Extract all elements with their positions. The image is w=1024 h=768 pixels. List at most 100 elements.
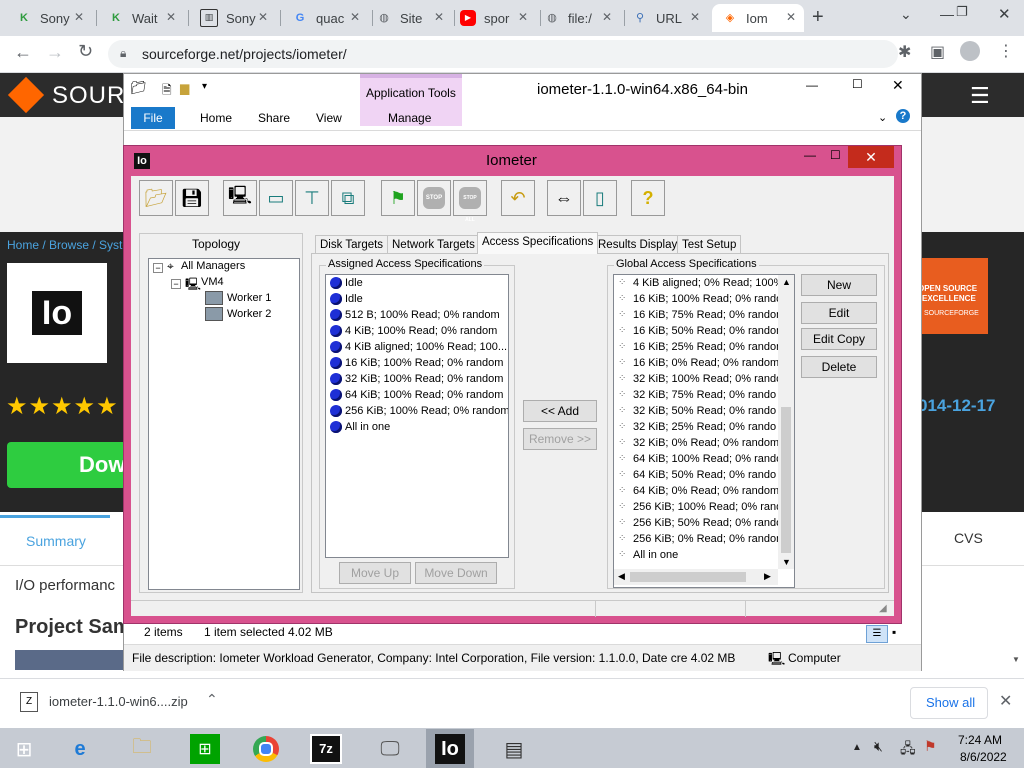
tab-access-specifications[interactable]: Access Specifications [477, 232, 599, 254]
tab-network-targets[interactable]: Network Targets [387, 235, 480, 254]
list-item[interactable]: 4 KiB aligned; 100% Read; 100... [326, 339, 508, 355]
reload-icon[interactable]: ↻ [78, 41, 93, 62]
new-network-worker-button[interactable]: ⊤ [295, 180, 329, 216]
stop-all-button[interactable]: STOP ALL [453, 180, 487, 223]
close-tab-icon[interactable]: ✕ [690, 10, 700, 24]
breadcrumb[interactable]: Home / Browse / Syste [7, 238, 129, 252]
ribbon-expand-icon[interactable]: ⌄ [878, 111, 887, 124]
list-item[interactable]: ⁘ 64 KiB; 0% Read; 0% random [614, 483, 778, 499]
browser-tab-active[interactable]: ◈ Iom ✕ [712, 4, 804, 32]
list-item[interactable]: ⁘ 16 KiB; 50% Read; 0% random [614, 323, 778, 339]
list-item[interactable]: ⁘ 16 KiB; 75% Read; 0% random [614, 307, 778, 323]
move-down-button[interactable]: Move Down [415, 562, 497, 584]
list-item[interactable]: ⁘ 64 KiB; 50% Read; 0% rando [614, 467, 778, 483]
tree-all-managers[interactable]: All Managers [181, 260, 245, 272]
new-tab-button[interactable]: + [812, 6, 824, 29]
ribbon-tab-file[interactable]: File [131, 107, 175, 129]
store-icon[interactable]: ⊞ [190, 734, 220, 764]
scroll-right-arrow[interactable]: ▶ [764, 571, 771, 582]
list-item[interactable]: ⁘ 32 KiB; 25% Read; 0% rando [614, 419, 778, 435]
extensions-icon[interactable]: ✱ [898, 42, 911, 62]
properties-icon[interactable]: 🗎 [162, 81, 172, 102]
details-view-icon[interactable]: ☰ [866, 625, 888, 643]
close-tab-icon[interactable]: ✕ [518, 10, 528, 24]
list-item[interactable]: 512 B; 100% Read; 0% random [326, 307, 508, 323]
list-item[interactable]: ⁘ 16 KiB; 0% Read; 0% random [614, 355, 778, 371]
add-spec-button[interactable]: << Add [523, 400, 597, 422]
tree-manager-vm4[interactable]: VM4 [201, 276, 224, 288]
list-item[interactable]: ⁘ 256 KiB; 100% Read; 0% rand [614, 499, 778, 515]
tab-cvs[interactable]: CVS [954, 530, 983, 546]
ribbon-tab-home[interactable]: Home [200, 111, 232, 125]
download-button[interactable]: Dow [7, 442, 127, 488]
chrome-icon[interactable] [246, 732, 286, 766]
close-tab-icon[interactable]: ✕ [258, 10, 268, 24]
clock-date[interactable]: 8/6/2022 [960, 750, 1007, 764]
volume-muted-icon[interactable]: 🔇︎ [874, 738, 883, 755]
url-text[interactable]: sourceforge.net/projects/iometer/ [142, 46, 347, 62]
remove-spec-button[interactable]: Remove >> [523, 428, 597, 450]
edit-spec-button[interactable]: Edit [801, 302, 877, 324]
list-item[interactable]: ⁘ 32 KiB; 100% Read; 0% rando [614, 371, 778, 387]
list-item[interactable]: ⁘ All in one [614, 547, 778, 563]
resize-grip-icon[interactable]: ◢ [879, 603, 887, 614]
scrollbar-thumb[interactable] [781, 407, 791, 553]
browser-tab[interactable]: ▶ spor ✕ [450, 4, 536, 32]
internet-explorer-icon[interactable]: e [60, 732, 100, 766]
iometer-taskbar-icon[interactable]: Io [430, 732, 470, 766]
duplicate-worker-button[interactable]: ⧉ [331, 180, 365, 216]
about-button[interactable]: ? [631, 180, 665, 216]
restore-button[interactable]: ❐ [956, 4, 968, 20]
close-download-shelf-icon[interactable]: ✕ [999, 691, 1012, 711]
vertical-scrollbar[interactable]: ▲ ▼ [778, 275, 794, 569]
stop-button[interactable]: STOP [417, 180, 451, 216]
forward-icon[interactable]: → [46, 42, 64, 63]
large-icons-view-icon[interactable]: ▪ [892, 625, 896, 639]
action-center-icon[interactable]: ⚑ [924, 738, 937, 755]
close-tab-icon[interactable]: ✕ [434, 10, 444, 24]
list-item[interactable]: 64 KiB; 100% Read; 0% random [326, 387, 508, 403]
back-icon[interactable]: ← [14, 42, 32, 63]
browser-tab[interactable]: ▥ Sony ✕ [190, 4, 276, 32]
start-button-windows-icon[interactable]: ⊞ [4, 732, 44, 766]
start-test-button[interactable]: ⚑ [381, 180, 415, 216]
scroll-left-arrow[interactable]: ◀ [618, 571, 625, 582]
open-config-button[interactable]: 📂︎ [139, 180, 173, 216]
horizontal-scrollbar[interactable]: ◀ ▶ [614, 569, 778, 585]
close-tab-icon[interactable]: ✕ [74, 10, 84, 24]
topology-tree[interactable]: − ⌖ All Managers − 🖳 VM4 Worker 1 Worker… [148, 258, 300, 590]
7zip-icon[interactable]: 7z [306, 732, 346, 766]
tab-test-setup[interactable]: Test Setup [677, 235, 742, 254]
help-icon[interactable]: ? [896, 109, 910, 123]
list-item[interactable]: 16 KiB; 100% Read; 0% random [326, 355, 508, 371]
browser-tab[interactable]: ⚲ URL ✕ [622, 4, 708, 32]
h-scrollbar-thumb[interactable] [630, 572, 746, 582]
close-tab-icon[interactable]: ✕ [166, 10, 176, 24]
sample-thumbnail[interactable] [15, 650, 125, 670]
browser-tab[interactable]: K Wait ✕ [98, 4, 184, 32]
ribbon-tab-share[interactable]: Share [258, 111, 290, 125]
side-panel-icon[interactable]: ▣ [930, 42, 945, 62]
tab-disk-targets[interactable]: Disk Targets [315, 235, 389, 254]
scroll-down-arrow[interactable]: ▼ [782, 557, 791, 567]
scroll-down-arrow[interactable]: ▼ [1012, 655, 1020, 664]
delete-spec-button[interactable]: Delete [801, 356, 877, 378]
edit-copy-spec-button[interactable]: Edit Copy [801, 328, 877, 350]
browser-tab[interactable]: ◍ Site ✕ [366, 4, 452, 32]
list-item[interactable]: ⁘ 32 KiB; 0% Read; 0% random [614, 435, 778, 451]
profile-avatar[interactable] [960, 41, 980, 61]
close-tab-icon[interactable]: ✕ [350, 10, 360, 24]
close-tab-icon[interactable]: ✕ [602, 10, 612, 24]
minimize-button[interactable]: — [940, 6, 954, 22]
tree-worker-1[interactable]: Worker 1 [227, 292, 271, 304]
list-item[interactable]: 256 KiB; 100% Read; 0% random [326, 403, 508, 419]
save-config-button[interactable]: 💾︎ [175, 180, 209, 216]
scroll-up-arrow[interactable]: ▲ [782, 277, 791, 287]
tab-search-icon[interactable]: ⌄ [900, 6, 912, 23]
menu-kebab-icon[interactable]: ⋮ [998, 41, 1014, 61]
tab-results-display[interactable]: Results Display [593, 235, 683, 254]
network-icon[interactable]: 🖧 [900, 738, 916, 762]
list-item[interactable]: Idle [326, 275, 508, 291]
iometer-minimize-button[interactable]: — [804, 148, 816, 162]
tree-worker-2[interactable]: Worker 2 [227, 308, 271, 320]
